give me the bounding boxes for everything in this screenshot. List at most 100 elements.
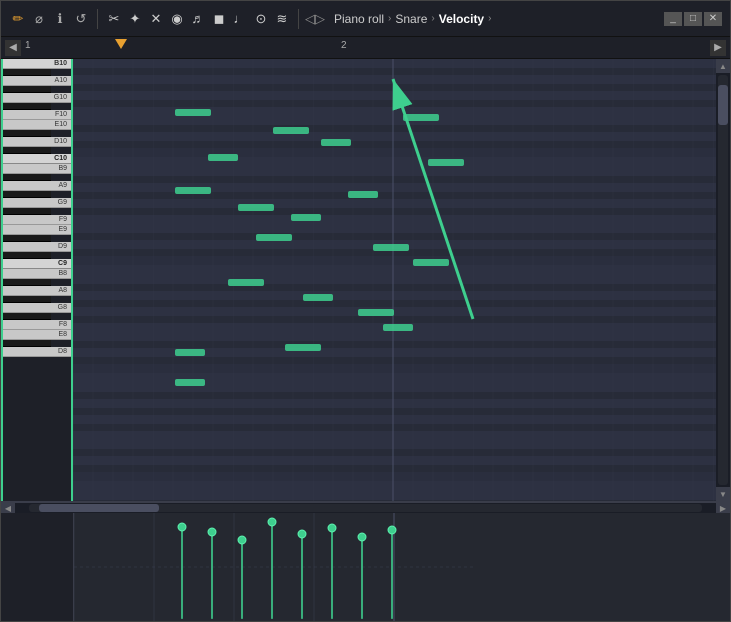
piano-key-f8[interactable]: F8 [3,320,71,330]
scroll-left-button[interactable]: ◀ [5,40,21,56]
piano-key-eb10[interactable] [3,130,51,137]
note[interactable] [383,324,413,331]
piano-key-g8[interactable]: G8 [3,303,71,313]
piano-key-f10[interactable]: F10 [3,110,71,120]
note[interactable] [208,154,238,161]
scroll-up-button[interactable]: ▲ [716,59,730,73]
note[interactable] [256,234,292,241]
wave-icon[interactable]: ≋ [273,10,291,28]
piano-key-ab9[interactable] [3,191,51,198]
scroll-left-h-button[interactable]: ◀ [1,503,15,513]
h-scroll-thumb[interactable] [39,504,159,512]
piano-key-a8[interactable]: A8 [3,286,71,296]
loop-icon[interactable]: ↺ [72,10,90,28]
piano-key-a9[interactable]: A9 [3,181,71,191]
piano-key-ab8[interactable] [3,296,51,303]
piano-key-bb9[interactable] [3,174,51,181]
minimize-button[interactable]: _ [664,12,682,26]
mute-icon[interactable]: ◉ [168,10,186,28]
title-sep-2: › [431,13,434,24]
velocity-spacer [1,513,73,621]
note[interactable] [273,127,309,134]
note[interactable] [238,204,274,211]
note[interactable] [175,379,205,386]
note[interactable] [321,139,351,146]
piano-key-ab10[interactable] [3,86,51,93]
piano-key-b9[interactable]: B9 [3,164,71,174]
note[interactable] [303,294,333,301]
scroll-down-button[interactable]: ▼ [716,487,730,501]
piano-key-f9[interactable]: F9 [3,215,71,225]
piano-key-bb10[interactable] [3,69,51,76]
piano-key-b10[interactable]: B10 [3,59,71,69]
note[interactable] [175,109,211,116]
note[interactable] [348,191,378,198]
piano-key-b8[interactable]: B8 [3,269,71,279]
note[interactable] [373,244,409,251]
velocity-grid[interactable] [73,513,730,621]
title-part-pianoroll: Piano roll [334,12,384,26]
close-sm-icon[interactable]: ✕ [147,10,165,28]
piano-key-d9[interactable]: D9 [3,242,71,252]
scroll-thumb-v[interactable] [718,85,728,125]
piano-key-gb10[interactable] [3,103,51,110]
note[interactable] [358,309,394,316]
scroll-right-button[interactable]: ▶ [710,40,726,56]
velocity-dot-1[interactable] [178,523,186,531]
velocity-dot-6[interactable] [328,524,336,532]
pencil-icon[interactable]: ✏ [9,10,27,28]
piano-key-e8[interactable]: E8 [3,330,71,340]
playhead [115,39,127,49]
metronome-icon[interactable]: ♩ [231,10,249,28]
note-grid-container[interactable] [73,59,716,501]
note[interactable] [428,159,464,166]
note[interactable] [403,114,439,121]
velocity-dot-5[interactable] [298,530,306,538]
piano-key-db10[interactable] [3,147,51,154]
note[interactable] [175,187,211,194]
title-part-snare: Snare [395,12,427,26]
piano-key-g10[interactable]: G10 [3,93,71,103]
velocity-dot-8[interactable] [388,526,396,534]
record-icon[interactable]: ◼ [210,10,228,28]
piano-key-c10[interactable]: C10 [3,154,71,164]
magnet-icon[interactable]: ⌀ [30,10,48,28]
piano-key-a10[interactable]: A10 [3,76,71,86]
wand-icon[interactable]: ✦ [126,10,144,28]
note[interactable] [413,259,449,266]
note[interactable] [285,344,321,351]
piano-key-e9[interactable]: E9 [3,225,71,235]
note[interactable] [291,214,321,221]
scroll-right-h-button[interactable]: ▶ [716,503,730,513]
note[interactable] [228,279,264,286]
piano-key-gb9[interactable] [3,208,51,215]
zoom-icon[interactable]: ⊙ [252,10,270,28]
piano-key-eb9[interactable] [3,235,51,242]
close-button[interactable]: ✕ [704,12,722,26]
piano-key-bb8[interactable] [3,279,51,286]
ruler-mark-1: 1 [25,40,31,51]
piano-key-e10[interactable]: E10 [3,120,71,130]
maximize-button[interactable]: □ [684,12,702,26]
piano-key-db9[interactable] [3,252,51,259]
piano-key-c9[interactable]: C9 [3,259,71,269]
velocity-dot-7[interactable] [358,533,366,541]
speaker-icon[interactable]: ♬ [189,10,207,28]
separator-1 [97,9,98,29]
piano-key-d8[interactable]: D8 [3,347,71,357]
velocity-dot-4[interactable] [268,518,276,526]
scissors-icon[interactable]: ✂ [105,10,123,28]
velocity-dot-3[interactable] [238,536,246,544]
piano-key-gb8[interactable] [3,313,51,320]
piano-key-d10[interactable]: D10 [3,137,71,147]
scroll-track-v [718,75,728,485]
piano-keyboard[interactable]: B10 A10 G10 F10 E10 D10 C10 B9 A9 G9 F9 … [1,59,73,501]
speaker2-icon[interactable]: ◁▷ [306,10,324,28]
info-icon[interactable]: ℹ [51,10,69,28]
vertical-scrollbar[interactable]: ▲ ▼ [716,59,730,501]
velocity-dot-2[interactable] [208,528,216,536]
note[interactable] [175,349,205,356]
piano-key-g9[interactable]: G9 [3,198,71,208]
piano-key-eb8[interactable] [3,340,51,347]
horizontal-scrollbar[interactable]: ◀ ▶ [1,503,730,513]
